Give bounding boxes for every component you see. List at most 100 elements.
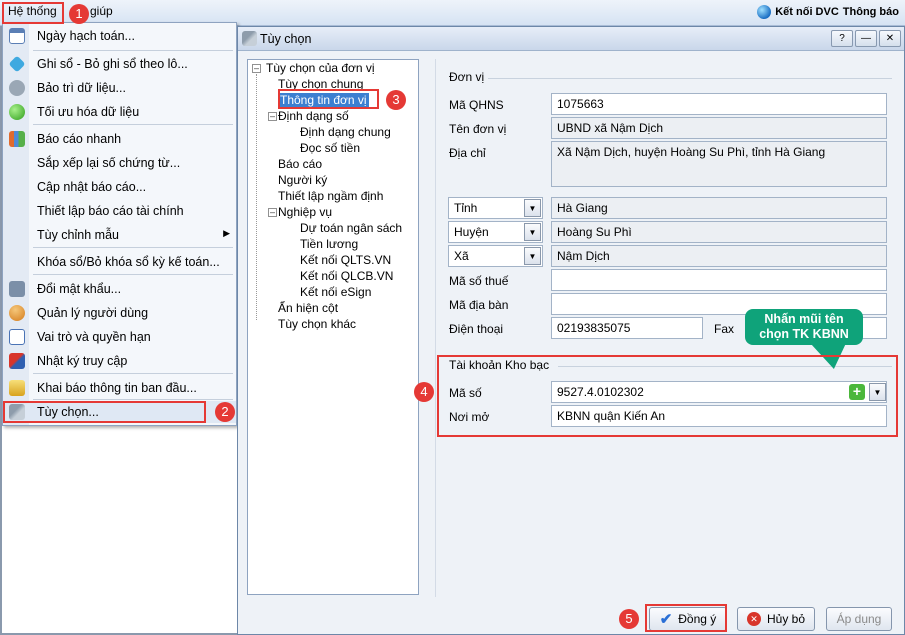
tree-line <box>256 74 257 320</box>
globe-icon <box>757 5 772 19</box>
dropdown-arrow-icon[interactable]: ▼ <box>524 247 541 265</box>
menu-item-label: Tối ưu hóa dữ liệu <box>37 105 140 119</box>
tree-node-bao-cao[interactable]: Báo cáo <box>278 157 322 171</box>
menu-item-ghi-so[interactable]: Ghi sổ - Bỏ ghi sổ theo lô... <box>3 53 236 75</box>
post-batch-icon <box>8 55 26 73</box>
menu-item-khoa-so[interactable]: Khóa sổ/Bỏ khóa sổ kỳ kế toán... <box>3 251 236 273</box>
tree-node-dinh-dang-so[interactable]: Định dạng số <box>278 109 349 123</box>
callout-line-2: chọn TK KBNN <box>759 327 849 341</box>
menu-item-label: Quản lý người dùng <box>37 306 149 320</box>
log-icon <box>9 353 25 369</box>
menu-item-quan-ly-nguoi-dung[interactable]: Quản lý người dùng <box>3 302 236 324</box>
help-button[interactable]: ? <box>831 30 853 47</box>
collapse-icon[interactable]: – <box>268 112 277 121</box>
submenu-arrow-icon: ▶ <box>223 228 230 238</box>
menubar-right: Kết nối DVC Thông báo <box>757 5 899 19</box>
huy-bo-button[interactable]: ✕ Hủy bỏ <box>737 607 815 631</box>
menu-item-label: Ghi sổ - Bỏ ghi sổ theo lô... <box>37 57 188 71</box>
dialog-title: Tùy chọn <box>260 32 312 46</box>
step-badge: 1 <box>69 4 89 24</box>
tree-node-thiet-lap-ngam-dinh[interactable]: Thiết lập ngầm định <box>278 189 383 203</box>
highlight-thong-tin-don-vi <box>278 89 379 109</box>
menu-separator <box>33 50 233 51</box>
label-fax: Fax <box>714 322 735 336</box>
select-value: Xã <box>454 249 469 263</box>
tree-node-tien-luong[interactable]: Tiền lương <box>300 237 358 251</box>
menu-separator <box>33 399 233 400</box>
step-badge: 2 <box>215 402 235 422</box>
label-ma-dia-ban: Mã địa bàn <box>449 298 509 312</box>
xa-type-select[interactable]: Xã ▼ <box>448 245 543 267</box>
tinh-field[interactable]: Hà Giang <box>551 197 887 219</box>
menu-item-thiet-lap-bctc[interactable]: Thiết lập báo cáo tài chính <box>3 200 236 222</box>
tree-node-doc-so-tien[interactable]: Đọc số tiền <box>300 141 360 155</box>
step-badge: 5 <box>619 609 639 629</box>
menu-item-label: Thiết lập báo cáo tài chính <box>37 204 184 218</box>
ten-don-vi-field[interactable]: UBND xã Nậm Dịch <box>551 117 887 139</box>
menu-item-khai-bao[interactable]: Khai báo thông tin ban đầu... <box>3 377 236 399</box>
tinh-type-select[interactable]: Tỉnh ▼ <box>448 197 543 219</box>
select-value: Tỉnh <box>454 201 478 215</box>
tree-node-nghiep-vu[interactable]: Nghiệp vụ <box>278 205 332 219</box>
tree-node-ket-noi-qlcb[interactable]: Kết nối QLCB.VN <box>300 269 393 283</box>
dropdown-arrow-icon[interactable]: ▼ <box>524 223 541 241</box>
menu-item-doi-mat-khau[interactable]: Đổi mật khẩu... <box>3 278 236 300</box>
minimize-button[interactable]: — <box>855 30 877 47</box>
dien-thoai-field[interactable]: 02193835075 <box>551 317 703 339</box>
menu-item-label: Vai trò và quyền hạn <box>37 330 151 344</box>
tree-node-du-toan-ngan-sach[interactable]: Dự toán ngân sách <box>300 221 402 235</box>
highlight-tuy-chon <box>3 401 206 423</box>
users-icon <box>9 305 25 321</box>
menu-item-bao-tri[interactable]: Bảo trì dữ liệu... <box>3 77 236 99</box>
tree-node-dinh-dang-chung[interactable]: Định dạng chung <box>300 125 391 139</box>
label-ma-so-thue: Mã số thuế <box>449 274 509 288</box>
ma-qhns-field[interactable]: 1075663 <box>551 93 887 115</box>
tree-node-nguoi-ky[interactable]: Người ký <box>278 173 327 187</box>
menu-separator <box>33 373 233 374</box>
collapse-icon[interactable]: – <box>268 208 277 217</box>
menu-tro-giup[interactable]: giúp <box>90 4 113 18</box>
ap-dung-button[interactable]: Áp dụng <box>826 607 892 631</box>
menu-item-nhat-ky[interactable]: Nhật ký truy cập <box>3 350 236 372</box>
dia-chi-field[interactable]: Xã Nậm Dịch, huyện Hoàng Su Phì, tỉnh Hà… <box>551 141 887 187</box>
dropdown-arrow-icon[interactable]: ▼ <box>524 199 541 217</box>
menu-item-sap-xep[interactable]: Sắp xếp lại số chứng từ... <box>3 152 236 174</box>
menu-item-label: Khai báo thông tin ban đầu... <box>37 381 197 395</box>
huyen-type-select[interactable]: Huyện ▼ <box>448 221 543 243</box>
he-thong-dropdown-menu: Ngày hạch toán... Ghi sổ - Bỏ ghi sổ the… <box>2 22 237 426</box>
calendar-icon <box>9 28 25 44</box>
menu-separator <box>33 247 233 248</box>
dialog-titlebar: Tùy chọn ? — ✕ <box>238 27 904 51</box>
menu-item-ngay-hach-toan[interactable]: Ngày hạch toán... <box>3 25 236 47</box>
cancel-icon: ✕ <box>746 612 761 626</box>
ma-so-thue-field[interactable] <box>551 269 887 291</box>
menu-item-toi-uu[interactable]: Tối ưu hóa dữ liệu <box>3 101 236 123</box>
panel-divider <box>435 59 436 597</box>
step-badge: 3 <box>386 90 406 110</box>
menu-separator <box>33 124 233 125</box>
menu-item-label: Báo cáo nhanh <box>37 132 122 146</box>
xa-field[interactable]: Nậm Dịch <box>551 245 887 267</box>
options-tree: – Tùy chọn của đơn vị Tùy chọn chung Thô… <box>247 59 419 595</box>
menu-item-label: Sắp xếp lại số chứng từ... <box>37 156 181 170</box>
group-label-don-vi: Đơn vị <box>449 70 485 84</box>
highlight-dong-y <box>645 604 727 632</box>
password-icon <box>9 281 25 297</box>
tree-node-ket-noi-esign[interactable]: Kết nối eSign <box>300 285 371 299</box>
menu-item-tuy-chinh-mau[interactable]: Tùy chỉnh mẫu ▶ <box>3 224 236 246</box>
menu-item-label: Cập nhật báo cáo... <box>37 180 147 194</box>
ket-noi-dvc-link[interactable]: Kết nối DVC <box>775 6 839 18</box>
menu-item-cap-nhat-bao-cao[interactable]: Cập nhật báo cáo... <box>3 176 236 198</box>
collapse-icon[interactable]: – <box>252 64 261 73</box>
huyen-field[interactable]: Hoàng Su Phì <box>551 221 887 243</box>
menu-item-label: Khóa sổ/Bỏ khóa sổ kỳ kế toán... <box>37 255 220 269</box>
menu-item-vai-tro[interactable]: Vai trò và quyền hạn <box>3 326 236 348</box>
thong-bao-link[interactable]: Thông báo <box>843 6 899 18</box>
close-button[interactable]: ✕ <box>879 30 901 47</box>
tree-node-tuy-chon-don-vi[interactable]: Tùy chọn của đơn vị <box>266 61 375 75</box>
tree-node-tuy-chon-khac[interactable]: Tùy chọn khác <box>278 317 356 331</box>
menu-item-bao-cao-nhanh[interactable]: Báo cáo nhanh <box>3 128 236 150</box>
menu-item-label: Đổi mật khẩu... <box>37 282 122 296</box>
tree-node-ket-noi-qlts[interactable]: Kết nối QLTS.VN <box>300 253 391 267</box>
tree-node-an-hien-cot[interactable]: Ẩn hiện cột <box>278 301 338 315</box>
